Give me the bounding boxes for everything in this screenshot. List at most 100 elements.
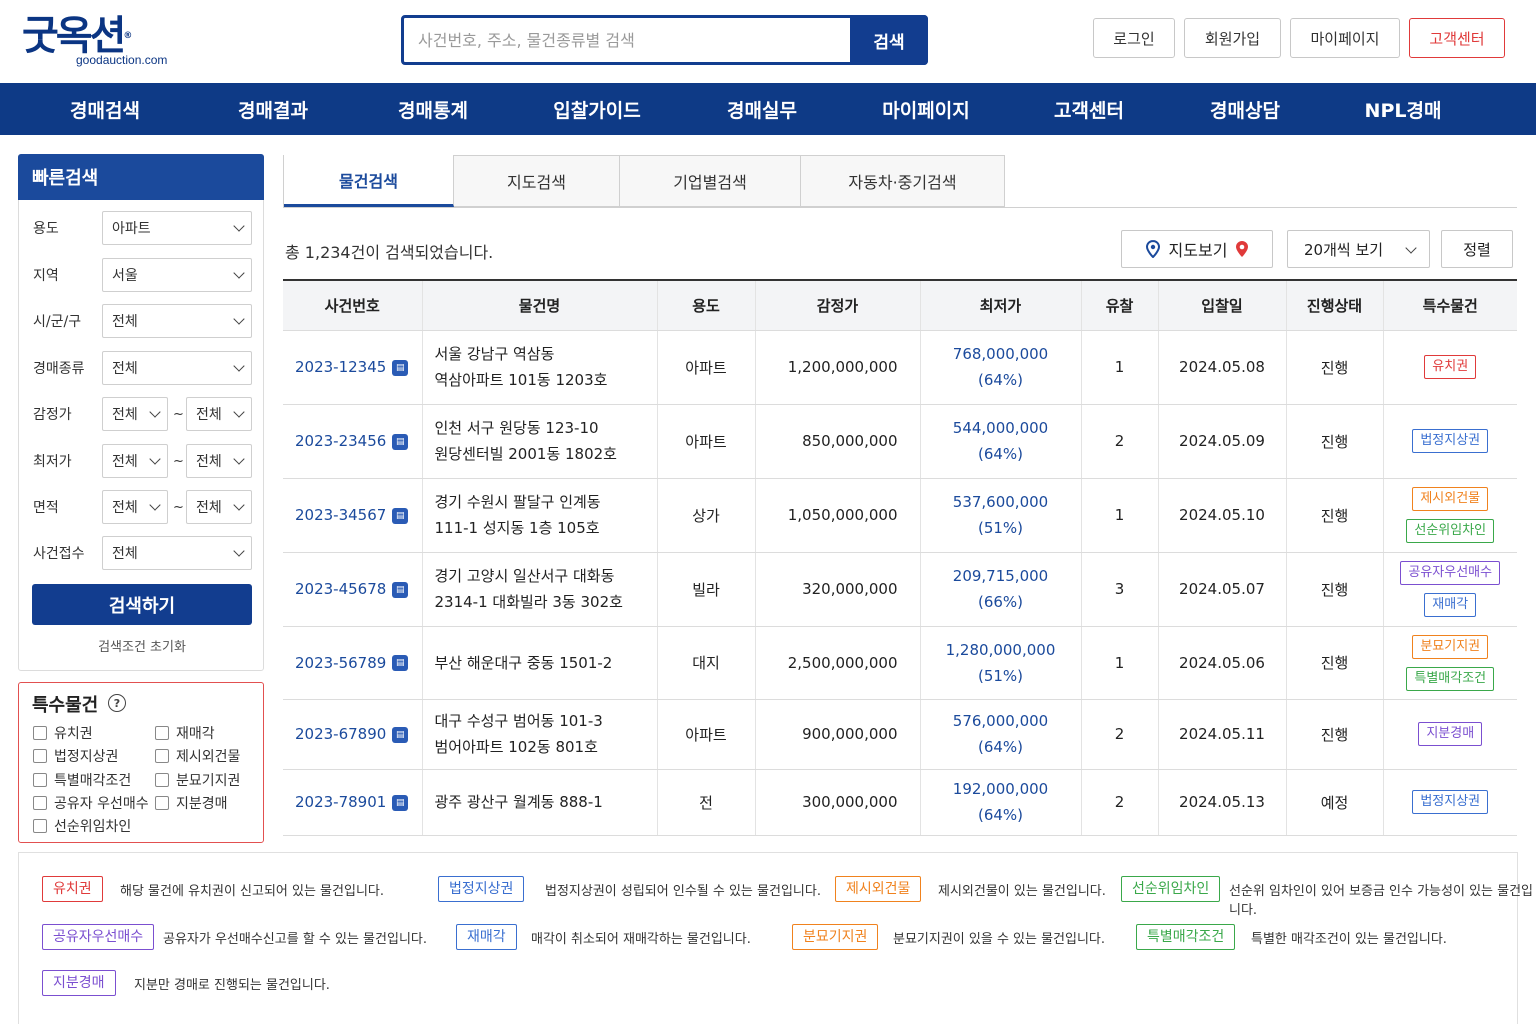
logo[interactable]: 굿옥션®	[22, 14, 132, 58]
special-tag[interactable]: 제시외건물	[1412, 487, 1489, 511]
col-header-special[interactable]: 특수물건	[1383, 281, 1517, 331]
special-tag[interactable]: 법정지상권	[1412, 429, 1489, 453]
nav-item-bid-guide[interactable]: 입찰가이드	[522, 83, 672, 135]
nav-item-auction-stats[interactable]: 경매통계	[358, 83, 508, 135]
case-number-cell[interactable]: 2023-78901 ▤	[283, 769, 423, 836]
checkbox-unlisted-building[interactable]: 제시외건물	[155, 746, 240, 766]
auction-type-select[interactable]: 전체	[102, 351, 252, 385]
document-icon[interactable]: ▤	[392, 433, 409, 450]
table-row[interactable]: 2023-56789 ▤ 부산 해운대구 중동 1501-2 대지 2,500,000,…	[283, 626, 1517, 700]
property-name-cell[interactable]: 경기 고양시 일산서구 대화동 2314-1 대화빌라 3동 302호	[422, 552, 658, 627]
property-name-cell[interactable]: 대구 수성구 범어동 101-3 범어아파트 102동 801호	[422, 699, 658, 770]
nav-item-npl[interactable]: NPL경매	[1328, 83, 1478, 135]
login-button[interactable]: 로그인	[1093, 18, 1175, 58]
map-view-button[interactable]: 지도보기	[1121, 230, 1273, 268]
table-row[interactable]: 2023-45678 ▤ 경기 고양시 일산서구 대화동 2314-1 대화빌라 3동…	[283, 552, 1517, 627]
usage-select[interactable]: 아파트	[102, 211, 252, 245]
case-received-select[interactable]: 전체	[102, 536, 252, 570]
area-to-select[interactable]: 전체	[186, 490, 252, 524]
col-header-status[interactable]: 진행상태	[1286, 281, 1384, 331]
document-icon[interactable]: ▤	[392, 794, 409, 811]
appraisal-from-select[interactable]: 전체	[102, 397, 168, 431]
property-name-cell[interactable]: 서울 강남구 역삼동 역삼아파트 101동 1203호	[422, 330, 658, 405]
quick-search-button[interactable]: 검색하기	[32, 584, 252, 625]
checkbox-share-auction[interactable]: 지분경매	[155, 793, 228, 813]
case-number-link[interactable]: 2023-45678	[295, 580, 386, 598]
property-name-cell[interactable]: 광주 광산구 월계동 888-1	[422, 769, 658, 836]
min-price-from-select[interactable]: 전체	[102, 444, 168, 478]
col-header-bid-date[interactable]: 입찰일	[1158, 281, 1287, 331]
table-row[interactable]: 2023-78901 ▤ 광주 광산구 월계동 888-1 전 300,000,000 1…	[283, 769, 1517, 836]
checkbox-co-owner-priority[interactable]: 공유자 우선매수	[33, 793, 149, 813]
appraisal-to-select[interactable]: 전체	[186, 397, 252, 431]
checkbox-reauction[interactable]: 재매각	[155, 723, 215, 743]
nav-item-auction-results[interactable]: 경매결과	[198, 83, 348, 135]
property-name-cell[interactable]: 경기 수원시 팔달구 인계동 111-1 성지동 1층 105호	[422, 478, 658, 553]
table-row[interactable]: 2023-12345 ▤ 서울 강남구 역삼동 역삼아파트 101동 1203호 아파트…	[283, 330, 1517, 405]
case-number-link[interactable]: 2023-67890	[295, 725, 386, 743]
document-icon[interactable]: ▤	[392, 507, 409, 524]
nav-item-consulting[interactable]: 경매상담	[1170, 83, 1320, 135]
property-name-cell[interactable]: 부산 해운대구 중동 1501-2	[422, 626, 658, 700]
col-header-appraisal[interactable]: 감정가	[755, 281, 921, 331]
area-from-select[interactable]: 전체	[102, 490, 168, 524]
checkbox-senior-tenant[interactable]: 선순위임차인	[33, 816, 131, 836]
nav-item-mypage[interactable]: 마이페이지	[851, 83, 1001, 135]
mypage-button[interactable]: 마이페이지	[1290, 18, 1400, 58]
tab-map-search[interactable]: 지도검색	[454, 155, 620, 207]
special-tag[interactable]: 법정지상권	[1412, 790, 1489, 814]
checkbox-grave-right[interactable]: 분묘기지권	[155, 770, 240, 790]
nav-item-auction-search[interactable]: 경매검색	[30, 83, 180, 135]
checkbox-lien[interactable]: 유치권	[33, 723, 93, 743]
nav-item-auction-practice[interactable]: 경매실무	[687, 83, 837, 135]
case-number-link[interactable]: 2023-56789	[295, 654, 386, 672]
property-name-cell[interactable]: 인천 서구 원당동 123-10 원당센터빌 2001동 1802호	[422, 404, 658, 479]
document-icon[interactable]: ▤	[392, 581, 409, 598]
col-header-property-name[interactable]: 물건명	[422, 281, 658, 331]
tab-company-search[interactable]: 기업별검색	[620, 155, 801, 207]
case-number-cell[interactable]: 2023-67890 ▤	[283, 699, 423, 770]
sort-button[interactable]: 정렬	[1441, 230, 1513, 268]
special-tag[interactable]: 특별매각조건	[1406, 666, 1495, 691]
col-header-usage[interactable]: 용도	[657, 281, 756, 331]
case-number-cell[interactable]: 2023-45678 ▤	[283, 552, 423, 627]
special-tag[interactable]: 지분경매	[1418, 722, 1483, 746]
district-select[interactable]: 전체	[102, 304, 252, 338]
table-row[interactable]: 2023-67890 ▤ 대구 수성구 범어동 101-3 범어아파트 102동 80…	[283, 699, 1517, 770]
special-tag[interactable]: 분묘기지권	[1412, 634, 1489, 659]
case-number-cell[interactable]: 2023-12345 ▤	[283, 330, 423, 405]
region-select[interactable]: 서울	[102, 258, 252, 292]
min-price-to-select[interactable]: 전체	[186, 444, 252, 478]
tab-property-search[interactable]: 물건검색	[284, 155, 454, 207]
col-header-fail-count[interactable]: 유찰	[1081, 281, 1159, 331]
case-number-link[interactable]: 2023-12345	[295, 358, 386, 376]
special-tag[interactable]: 재매각	[1424, 593, 1477, 617]
support-button[interactable]: 고객센터	[1409, 18, 1505, 58]
checkbox-special-sale-condition[interactable]: 특별매각조건	[33, 770, 131, 790]
case-number-cell[interactable]: 2023-56789 ▤	[283, 626, 423, 700]
table-row[interactable]: 2023-23456 ▤ 인천 서구 원당동 123-10 원당센터빌 2001동 1…	[283, 404, 1517, 479]
special-tag[interactable]: 선순위임차인	[1406, 519, 1495, 543]
case-number-link[interactable]: 2023-78901	[295, 793, 386, 811]
search-input[interactable]	[404, 18, 850, 62]
col-header-case-number[interactable]: 사건번호	[283, 281, 423, 331]
case-number-link[interactable]: 2023-23456	[295, 432, 386, 450]
tab-vehicle-search[interactable]: 자동차·중기검색	[801, 155, 1004, 207]
col-header-min-price[interactable]: 최저가	[920, 281, 1082, 331]
document-icon[interactable]: ▤	[392, 726, 409, 743]
case-number-cell[interactable]: 2023-34567 ▤	[283, 478, 423, 553]
signup-button[interactable]: 회원가입	[1184, 18, 1281, 58]
nav-item-support[interactable]: 고객센터	[1014, 83, 1164, 135]
checkbox-statutory-superficies[interactable]: 법정지상권	[33, 746, 118, 766]
document-icon[interactable]: ▤	[392, 359, 409, 376]
search-button[interactable]: 검색	[850, 15, 928, 65]
special-tag[interactable]: 유치권	[1424, 355, 1477, 379]
special-tag[interactable]: 공유자우선매수	[1400, 561, 1501, 585]
case-number-cell[interactable]: 2023-23456 ▤	[283, 404, 423, 479]
reset-filters-link[interactable]: 검색조건 초기화	[32, 636, 252, 655]
per-page-select[interactable]: 20개씩 보기	[1287, 230, 1430, 268]
table-row[interactable]: 2023-34567 ▤ 경기 수원시 팔달구 인계동 111-1 성지동 1층 10…	[283, 478, 1517, 553]
case-number-link[interactable]: 2023-34567	[295, 506, 386, 524]
question-circle-icon[interactable]: ?	[108, 694, 126, 712]
document-icon[interactable]: ▤	[392, 655, 409, 671]
